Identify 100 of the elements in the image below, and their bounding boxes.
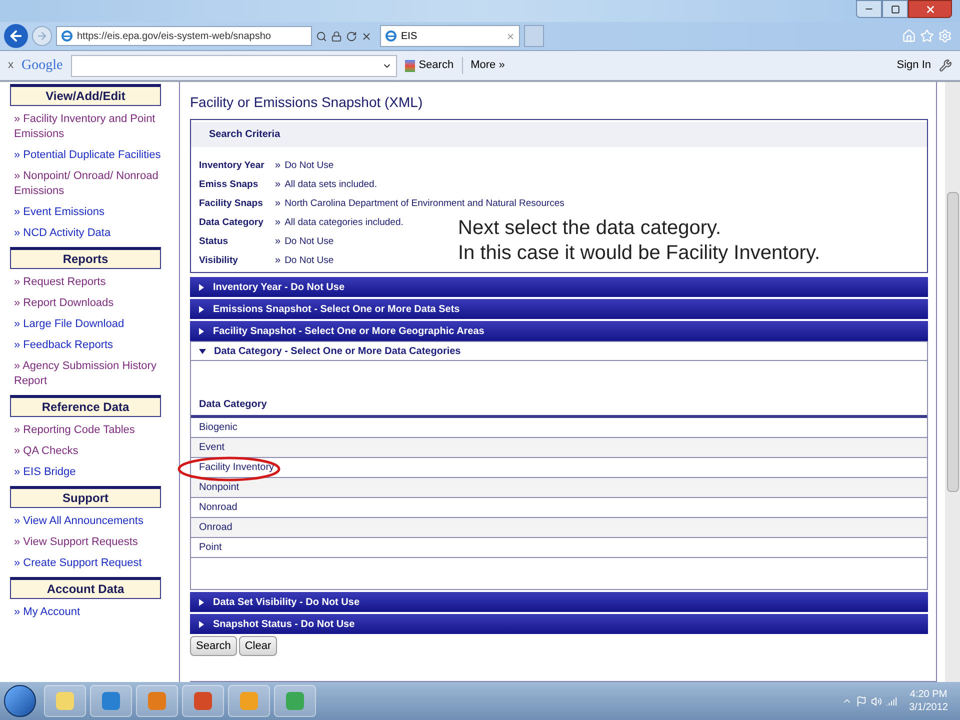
sidebar-link[interactable]: » Agency Submission History Report — [10, 359, 161, 389]
forward-button[interactable] — [32, 26, 52, 46]
new-tab-button[interactable] — [524, 25, 544, 47]
table-cell-text: Facility Inventory — [199, 461, 274, 475]
table-row[interactable]: Onroad — [191, 518, 927, 538]
taskbar-app-icon[interactable] — [274, 685, 316, 717]
taskbar-app-icon[interactable] — [136, 685, 178, 717]
criteria-label: Emiss Snaps — [199, 178, 260, 192]
sidebar-section-header: View/Add/Edit — [10, 84, 161, 106]
bullet-mark: » — [275, 216, 281, 230]
start-button[interactable] — [4, 685, 36, 717]
close-toolbar-button[interactable]: x — [8, 57, 14, 74]
sidebar-link[interactable]: » Report Downloads — [10, 296, 161, 311]
sidebar-section-header: Support — [10, 486, 161, 508]
criteria-label: Inventory Year — [199, 159, 266, 173]
taskbar-app-icon[interactable] — [182, 685, 224, 717]
browser-logo-icon — [385, 30, 397, 42]
maximize-button[interactable] — [882, 0, 908, 18]
sidebar-link[interactable]: » Large File Download — [10, 317, 161, 332]
table-cell-text: Nonpoint — [199, 481, 240, 495]
browser-tab[interactable]: EIS — [380, 25, 520, 47]
criteria-label: Data Category — [199, 216, 264, 230]
table-cell-text: Nonroad — [199, 501, 238, 515]
sidebar-section-header: Reference Data — [10, 395, 161, 417]
taskbar-app-icon[interactable] — [228, 685, 270, 717]
sidebar-link[interactable]: » QA Checks — [10, 444, 161, 459]
sidebar-link[interactable]: » NCD Activity Data — [10, 226, 161, 241]
section-header[interactable]: Facility Snapshot - Select One or More Geographic Areas — [190, 321, 928, 341]
home-icon — [902, 29, 916, 43]
signal-icon — [886, 696, 898, 706]
taskbar-app-icon[interactable] — [44, 685, 86, 717]
form-button[interactable]: Clear — [238, 636, 278, 656]
table-cell-text: Onroad — [199, 521, 232, 535]
search-criteria-title: Search Criteria — [191, 122, 927, 147]
sidebar-link[interactable]: » Facility Inventory and Point Emissions — [10, 112, 161, 142]
close-icon — [924, 4, 936, 14]
bullet-mark: » — [275, 178, 281, 192]
criteria-value: All data categories included. — [284, 216, 404, 230]
settings-icon — [938, 29, 952, 43]
sidebar-link[interactable]: » Event Emissions — [10, 205, 161, 220]
flag-icon — [856, 696, 868, 706]
maximize-icon — [890, 4, 900, 14]
google-search-field[interactable] — [70, 54, 397, 76]
browser-logo-icon — [61, 30, 73, 42]
taskbar-app-icon[interactable] — [90, 685, 132, 717]
bullet-mark: » — [275, 254, 281, 268]
section-header[interactable]: Emissions Snapshot - Select One or More Data Sets — [190, 299, 928, 319]
annotation-text: Next select the data category. In this case it would be Facility Inventory. — [458, 216, 820, 266]
favorites-icon — [920, 29, 934, 43]
section-header[interactable]: Snapshot Status - Do Not Use — [190, 614, 928, 634]
google-search-button[interactable]: Search — [404, 57, 454, 74]
sidebar-link[interactable]: » Potential Duplicate Facilities — [10, 148, 161, 163]
form-button[interactable]: Search — [190, 636, 237, 656]
sidebar-section-header: Account Data — [10, 577, 161, 599]
back-button[interactable] — [4, 24, 28, 48]
triangle-right-icon — [198, 328, 205, 334]
triangle-right-icon — [198, 620, 205, 628]
sidebar-section-header: Reports — [10, 247, 161, 269]
criteria-label: Status — [199, 235, 230, 249]
address-field[interactable]: https://eis.epa.gov/eis-system-web/snapsho — [56, 26, 312, 46]
criteria-value: Do Not Use — [284, 235, 334, 249]
sidebar-link[interactable]: » Nonpoint/ Onroad/ Nonroad Emissions — [10, 169, 161, 199]
table-row[interactable]: Nonpoint — [191, 478, 927, 498]
volume-icon — [871, 696, 882, 706]
triangle-down-icon — [199, 348, 206, 354]
sidebar-link[interactable]: » View All Announcements — [10, 514, 161, 529]
table-cell-text: Point — [199, 541, 222, 555]
refresh-icon — [346, 30, 357, 42]
criteria-value: North Carolina Department of Environment and Natural Resources — [284, 197, 564, 211]
sidebar-link[interactable]: » View Support Requests — [10, 535, 161, 550]
clock-date: 3/1/2012 — [909, 701, 948, 714]
sidebar-link[interactable]: » Feedback Reports — [10, 338, 161, 353]
sidebar-link[interactable]: » Request Reports — [10, 275, 161, 290]
wrench-icon — [939, 59, 952, 72]
close-button[interactable] — [908, 0, 952, 18]
sidebar-link[interactable]: » My Account — [10, 605, 161, 620]
sidebar-link[interactable]: » Create Support Request — [10, 556, 161, 571]
scrollbar[interactable] — [945, 82, 960, 682]
section-header[interactable]: Inventory Year - Do Not Use — [190, 277, 928, 297]
bullet-mark: » — [275, 159, 281, 173]
clock-time: 4:20 PM — [910, 688, 948, 701]
stop-icon — [361, 30, 372, 42]
lock-icon — [331, 30, 342, 42]
bullet-mark: » — [275, 197, 281, 211]
more-button[interactable]: More » — [462, 57, 505, 74]
section-header[interactable]: Data Set Visibility - Do Not Use — [190, 592, 928, 612]
page-title: Facility or Emissions Snapshot (XML) — [190, 93, 424, 112]
search-icon — [316, 30, 327, 42]
triangle-right-icon — [198, 598, 205, 606]
criteria-label: Facility Snaps — [199, 197, 264, 211]
table-cell-text: Biogenic — [199, 421, 238, 435]
table-row[interactable]: Event — [191, 438, 927, 458]
sidebar-link[interactable]: » EIS Bridge — [10, 465, 161, 480]
triangle-right-icon — [198, 284, 205, 290]
triangle-right-icon — [198, 306, 205, 312]
google-logo: Google — [22, 57, 63, 75]
section-header-expanded[interactable]: Data Category - Select One or More Data Categories — [190, 341, 928, 361]
sidebar-link[interactable]: » Reporting Code Tables — [10, 423, 161, 438]
sign-in-link[interactable]: Sign In — [896, 57, 931, 74]
bullet-mark: » — [275, 235, 281, 249]
